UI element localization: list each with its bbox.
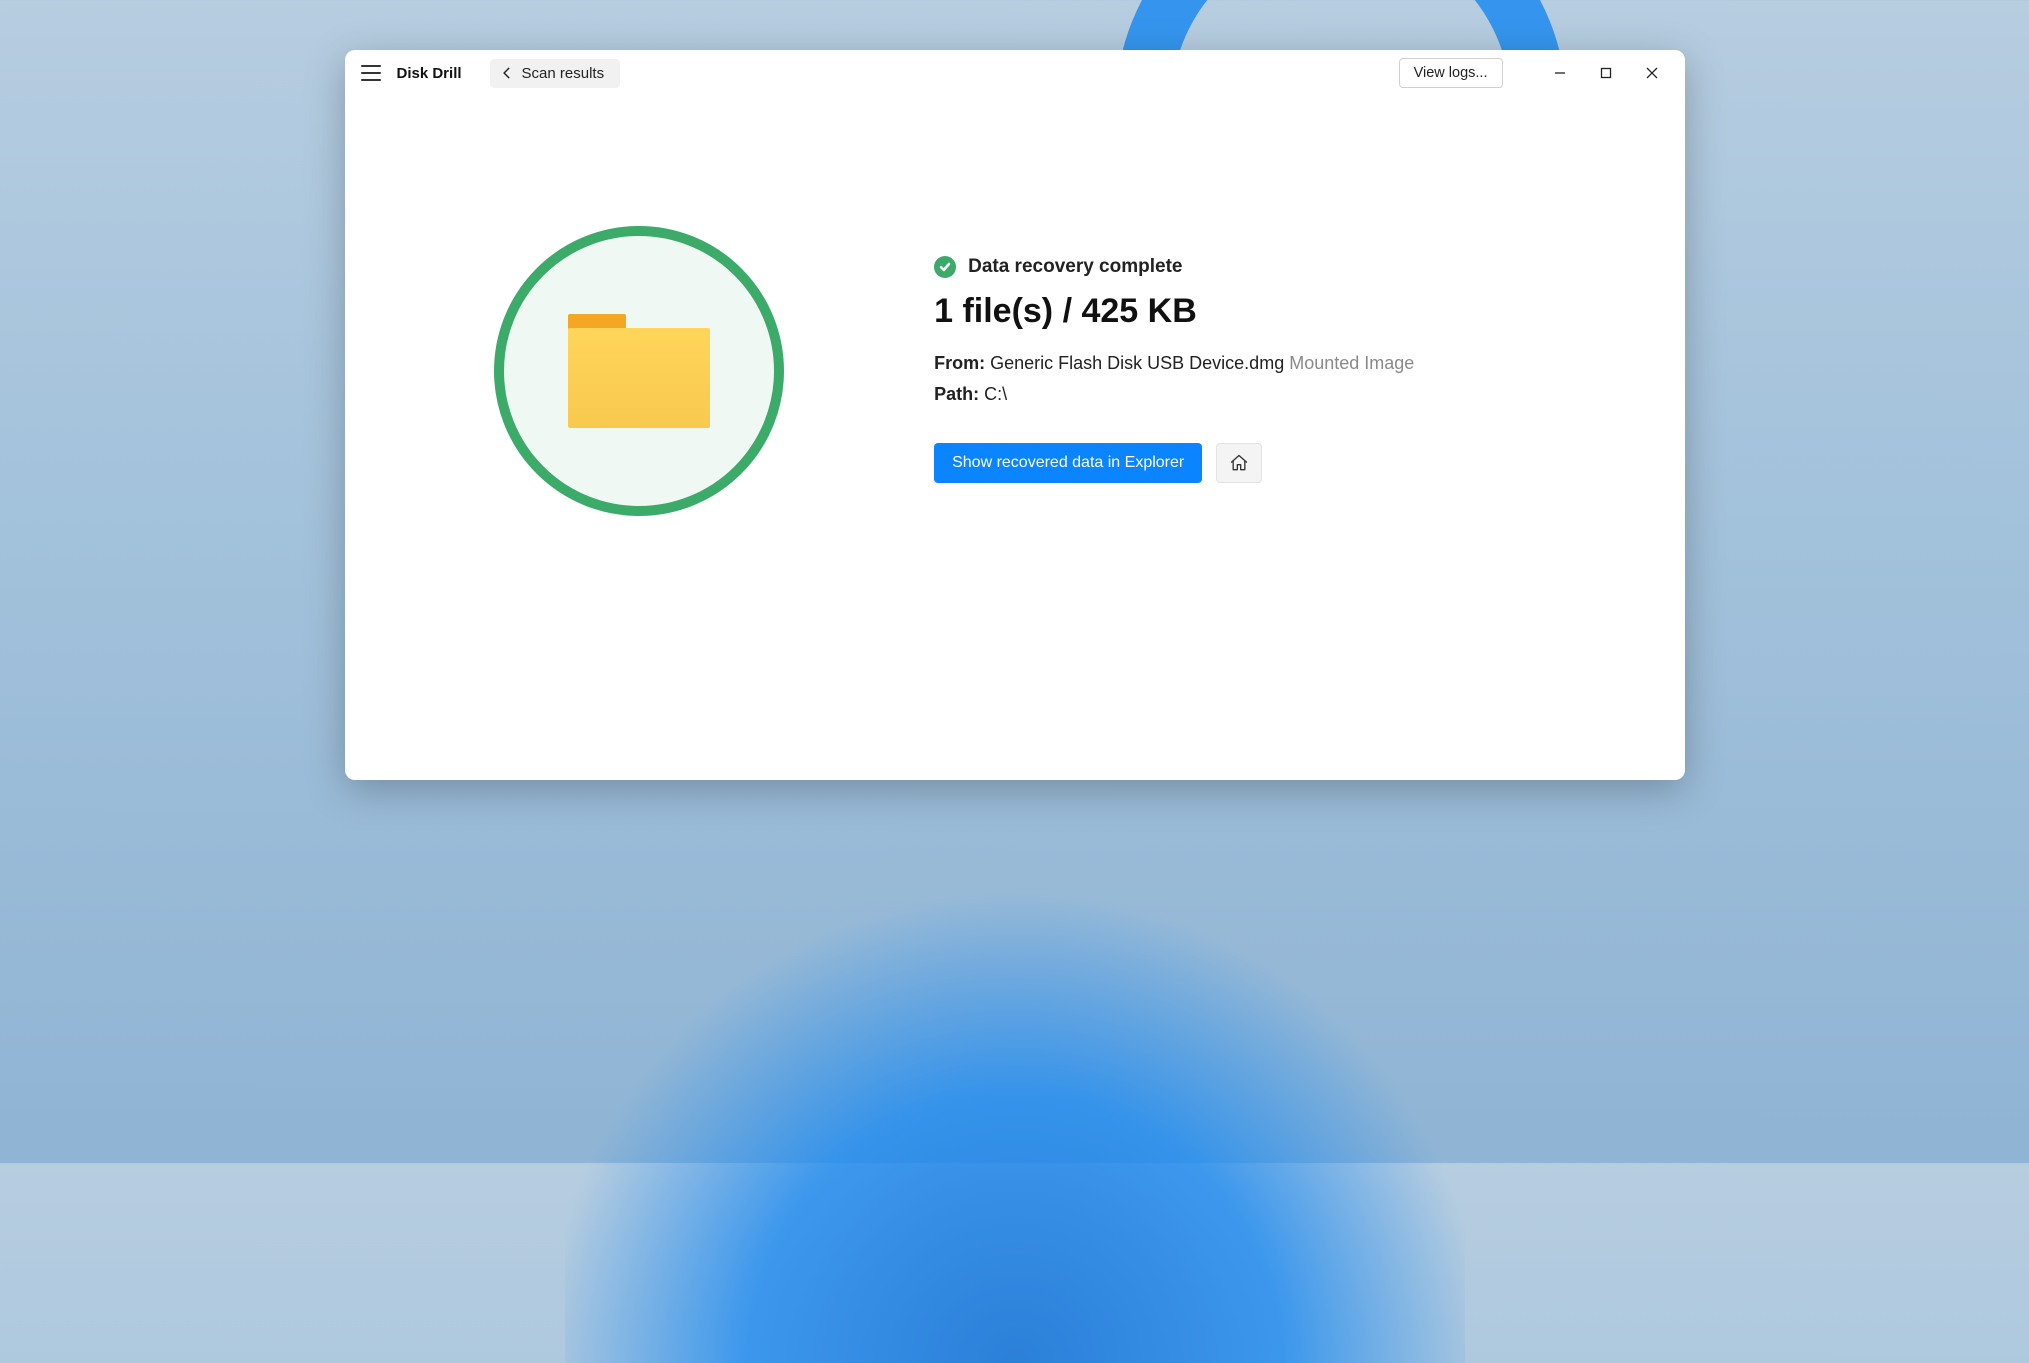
status-message: Data recovery complete (968, 256, 1182, 278)
main-content: Data recovery complete 1 file(s) / 425 K… (345, 96, 1685, 780)
success-circle-icon (494, 226, 784, 516)
path-label: Path: (934, 384, 979, 404)
chevron-left-icon (500, 66, 514, 80)
app-title: Disk Drill (397, 65, 462, 82)
from-badge: Mounted Image (1289, 353, 1414, 373)
menu-icon[interactable] (359, 61, 383, 85)
maximize-button[interactable] (1583, 50, 1629, 96)
close-icon (1646, 67, 1658, 79)
illustration (345, 226, 935, 516)
checkmark-icon (934, 256, 956, 278)
show-recovered-data-button[interactable]: Show recovered data in Explorer (934, 443, 1202, 483)
path-row: Path: C:\ (934, 384, 1684, 405)
maximize-icon (1600, 67, 1612, 79)
window-controls (1537, 50, 1675, 96)
titlebar: Disk Drill Scan results View logs... (345, 50, 1685, 96)
home-icon (1229, 453, 1249, 473)
recovery-info: Data recovery complete 1 file(s) / 425 K… (934, 226, 1684, 483)
home-button[interactable] (1216, 443, 1262, 483)
from-value: Generic Flash Disk USB Device.dmg (990, 353, 1284, 373)
minimize-icon (1554, 67, 1566, 79)
scan-results-back-button[interactable]: Scan results (490, 59, 621, 88)
background-decoration (565, 863, 1465, 1363)
back-button-label: Scan results (522, 65, 605, 82)
view-logs-button[interactable]: View logs... (1399, 58, 1503, 88)
from-row: From: Generic Flash Disk USB Device.dmg … (934, 353, 1684, 374)
recovery-summary: 1 file(s) / 425 KB (934, 292, 1684, 331)
from-label: From: (934, 353, 985, 373)
folder-icon (568, 314, 710, 429)
app-window: Disk Drill Scan results View logs... (345, 50, 1685, 780)
path-value: C:\ (984, 384, 1007, 404)
close-button[interactable] (1629, 50, 1675, 96)
minimize-button[interactable] (1537, 50, 1583, 96)
action-row: Show recovered data in Explorer (934, 443, 1684, 483)
